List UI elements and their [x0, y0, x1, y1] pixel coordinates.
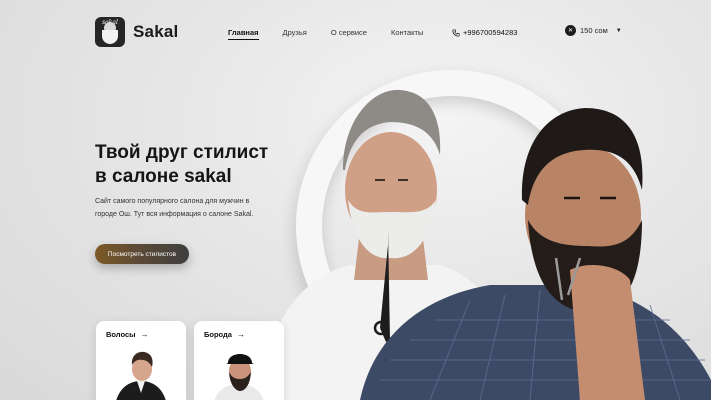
brand-name: Sakal — [133, 22, 179, 41]
hero-description: Сайт самого популярного салона для мужчи… — [95, 198, 254, 218]
category-card-beard[interactable]: Борода → — [194, 321, 284, 400]
hero-image — [260, 89, 711, 400]
card-label-hair: Волосы — [106, 330, 136, 339]
phone-icon — [452, 28, 460, 37]
currency-value: 150 сом — [580, 26, 608, 35]
hair-model-image — [116, 351, 166, 400]
nav-item-contacts[interactable]: Контакты — [391, 28, 423, 37]
hero-title-line1: Твой друг стилист — [95, 142, 269, 163]
logo-icon: sakal — [95, 17, 125, 47]
nav-item-home[interactable]: Главная — [228, 28, 259, 40]
card-header: Борода → — [204, 330, 245, 339]
logo[interactable]: sakal Sakal — [95, 17, 178, 47]
currency-icon: ✕ — [565, 25, 576, 36]
category-card-hair[interactable]: Волосы → — [96, 321, 186, 400]
view-stylists-button[interactable]: Посмотреть стилистов — [95, 244, 189, 264]
card-header: Волосы → — [106, 330, 149, 339]
phone-link[interactable]: +996700594283 — [452, 28, 517, 37]
phone-number: +996700594283 — [463, 28, 518, 37]
main-nav: Главная Друзья О сервисе Контакты — [228, 28, 423, 40]
arrow-right-icon: → — [236, 330, 245, 339]
arrow-right-icon: → — [140, 330, 149, 339]
card-label-beard: Борода — [204, 330, 232, 339]
beard-model-image — [214, 354, 264, 400]
hero-title-line2: в салоне sakal — [95, 166, 232, 187]
chevron-down-icon: ▼ — [615, 27, 622, 34]
nav-item-about[interactable]: О сервисе — [331, 28, 367, 37]
nav-item-friends[interactable]: Друзья — [283, 28, 307, 37]
currency-selector[interactable]: ✕ 150 сом ▼ — [565, 25, 622, 36]
